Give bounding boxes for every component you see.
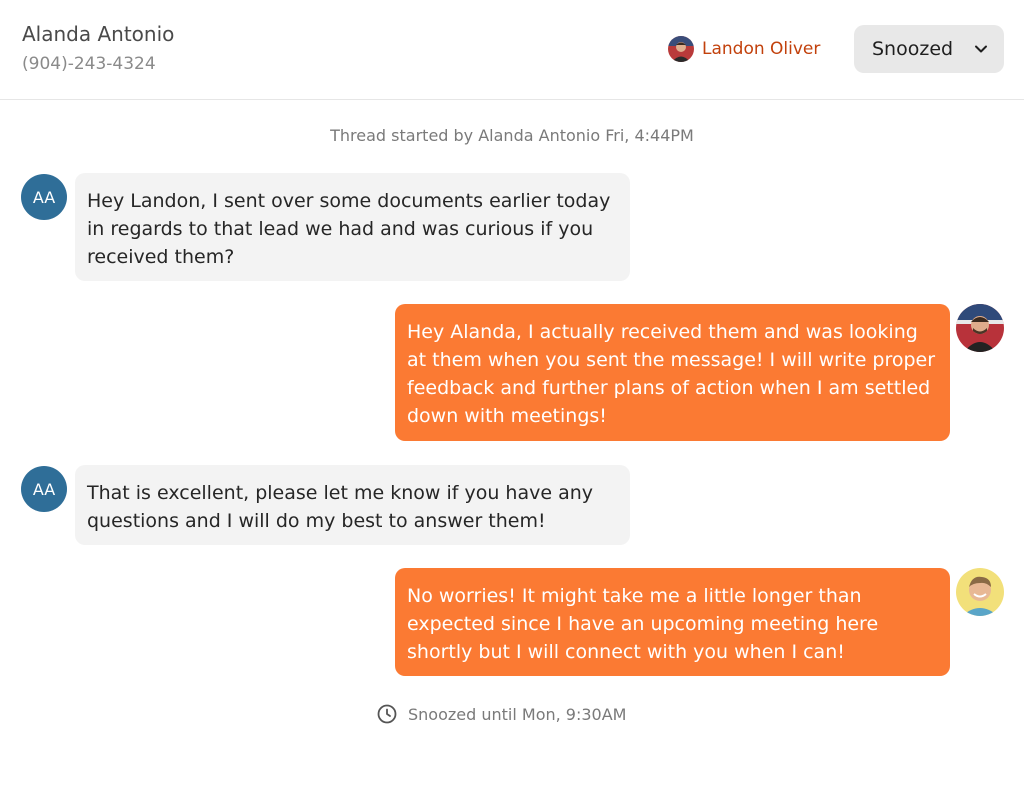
- contact-phone[interactable]: (904)-243-4324: [22, 54, 156, 74]
- snooze-status: Snoozed until Mon, 9:30AM: [376, 702, 626, 726]
- message-bubble-outgoing: No worries! It might take me a little lo…: [395, 568, 950, 676]
- contact-name: Alanda Antonio: [22, 22, 175, 46]
- conversation-header: Alanda Antonio (904)-243-4324 Landon Oli…: [0, 0, 1024, 100]
- avatar: AA: [21, 174, 67, 220]
- assignee-avatar: [668, 36, 694, 62]
- status-label: Snoozed: [872, 38, 954, 60]
- message-bubble-outgoing: Hey Alanda, I actually received them and…: [395, 304, 950, 441]
- snooze-text: Snoozed until Mon, 9:30AM: [408, 704, 627, 724]
- avatar: AA: [21, 466, 67, 512]
- message-bubble-incoming: Hey Landon, I sent over some documents e…: [75, 173, 630, 281]
- status-dropdown[interactable]: Snoozed: [854, 25, 1004, 73]
- thread-started-note: Thread started by Alanda Antonio Fri, 4:…: [330, 126, 694, 145]
- user-photo-landon: [956, 304, 1004, 352]
- assignee[interactable]: Landon Oliver: [668, 35, 820, 63]
- user-photo-smiling-man: [956, 568, 1004, 616]
- message-bubble-incoming: That is excellent, please let me know if…: [75, 465, 630, 545]
- chevron-down-icon: [975, 45, 987, 53]
- clock-icon: [377, 704, 397, 724]
- assignee-name: Landon Oliver: [702, 39, 821, 59]
